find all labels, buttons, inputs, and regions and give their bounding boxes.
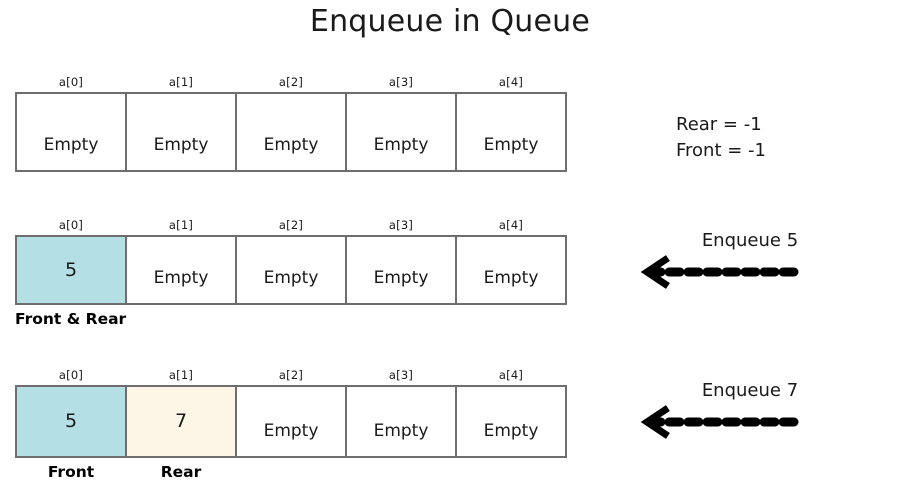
cell-value: Empty — [483, 421, 539, 441]
queue-cell-2: a[2] Empty — [235, 218, 347, 305]
cell-value: Empty — [483, 135, 539, 155]
operation-enqueue-7: Enqueue 7 — [620, 380, 880, 439]
cell-index-label: a[4] — [498, 218, 524, 232]
operation-label: Enqueue 7 — [701, 380, 799, 401]
diagram-canvas: Enqueue in Queue a[0] Empty a[1] Empty a… — [0, 0, 900, 500]
cell-index-label: a[4] — [498, 75, 524, 89]
cell-index-label: a[0] — [58, 75, 84, 89]
queue-cells: a[0] 5 a[1] 7 a[2] Empty a[3] Empty a[4]… — [15, 368, 567, 458]
pointer-label-front-rear: Front & Rear — [15, 310, 127, 328]
queue-cell-0: a[0] Empty — [15, 75, 127, 172]
cell-value: Empty — [263, 268, 319, 288]
pointer-label-rear: Rear — [160, 463, 202, 481]
cell-index-label: a[3] — [388, 75, 414, 89]
cell-value: Empty — [373, 135, 429, 155]
cell-value: Empty — [373, 421, 429, 441]
cell-index-label: a[3] — [388, 368, 414, 382]
operation-label: Enqueue 5 — [701, 230, 799, 251]
cell-value: 7 — [174, 410, 188, 432]
cell-value: Empty — [483, 268, 539, 288]
pointer-labels: Front & Rear — [15, 305, 567, 329]
cell-index-label: a[2] — [278, 75, 304, 89]
queue-cell-1: a[1] Empty — [125, 75, 237, 172]
queue-cell-3: a[3] Empty — [345, 218, 457, 305]
cell-value: 5 — [64, 410, 78, 432]
queue-row-after-enqueue-7: a[0] 5 a[1] 7 a[2] Empty a[3] Empty a[4]… — [15, 368, 567, 482]
cell-index-label: a[3] — [388, 218, 414, 232]
queue-cell-3: a[3] Empty — [345, 368, 457, 458]
cell-value: Empty — [263, 135, 319, 155]
queue-cell-2: a[2] Empty — [235, 75, 347, 172]
queue-cell-2: a[2] Empty — [235, 368, 347, 458]
dashed-left-arrow-icon — [640, 255, 803, 289]
pointer-labels: Front Rear — [15, 458, 567, 482]
cell-index-label: a[4] — [498, 368, 524, 382]
cell-index-label: a[0] — [58, 218, 84, 232]
queue-cell-0: a[0] 5 — [15, 368, 127, 458]
queue-cell-0: a[0] 5 — [15, 218, 127, 305]
state-note-front: Front = -1 — [676, 140, 766, 161]
queue-cell-1: a[1] 7 — [125, 368, 237, 458]
cell-index-label: a[2] — [278, 218, 304, 232]
cell-value: Empty — [153, 268, 209, 288]
pointer-label-front: Front — [47, 463, 95, 481]
cell-index-label: a[1] — [168, 368, 194, 382]
cell-index-label: a[0] — [58, 368, 84, 382]
queue-row-after-enqueue-5: a[0] 5 a[1] Empty a[2] Empty a[3] Empty … — [15, 218, 567, 329]
queue-cells: a[0] Empty a[1] Empty a[2] Empty a[3] Em… — [15, 75, 567, 172]
queue-cell-4: a[4] Empty — [455, 218, 567, 305]
cell-value: Empty — [153, 135, 209, 155]
queue-cell-1: a[1] Empty — [125, 218, 237, 305]
cell-value: 5 — [64, 258, 78, 281]
operation-enqueue-5: Enqueue 5 — [620, 230, 880, 289]
cell-value: Empty — [263, 421, 319, 441]
cell-value: Empty — [43, 135, 99, 155]
state-note-rear: Rear = -1 — [676, 114, 762, 135]
queue-cells: a[0] 5 a[1] Empty a[2] Empty a[3] Empty … — [15, 218, 567, 305]
page-title: Enqueue in Queue — [309, 4, 591, 39]
cell-index-label: a[1] — [168, 75, 194, 89]
dashed-left-arrow-icon — [640, 405, 803, 439]
queue-cell-4: a[4] Empty — [455, 75, 567, 172]
cell-index-label: a[2] — [278, 368, 304, 382]
queue-cell-4: a[4] Empty — [455, 368, 567, 458]
cell-index-label: a[1] — [168, 218, 194, 232]
queue-row-initial: a[0] Empty a[1] Empty a[2] Empty a[3] Em… — [15, 75, 567, 172]
queue-cell-3: a[3] Empty — [345, 75, 457, 172]
cell-value: Empty — [373, 268, 429, 288]
